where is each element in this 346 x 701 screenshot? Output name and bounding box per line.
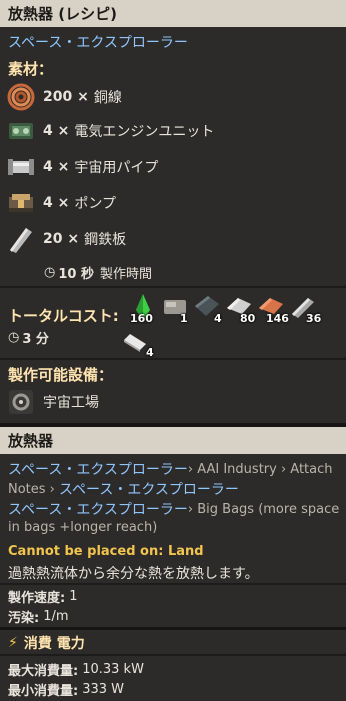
mod-link[interactable]: スペース・エクスプローラー bbox=[59, 479, 239, 499]
crafting-time-label: 製作時間 bbox=[99, 267, 152, 282]
ingredient-amount: 200 × bbox=[43, 89, 89, 105]
total-cost-value: 146 bbox=[266, 312, 289, 325]
total-cost-item[interactable]: 4 bbox=[120, 326, 154, 360]
total-cost-value: 36 bbox=[306, 312, 322, 325]
total-cost-label: トータルコスト: bbox=[8, 307, 119, 325]
made-in-name: 宇宙工場 bbox=[43, 395, 99, 411]
ingredient-name: 鋼鉄板 bbox=[84, 232, 127, 248]
clock-icon: ◷ bbox=[8, 330, 20, 345]
mod-chain: Notes bbox=[8, 481, 46, 497]
max-consumption-label: 最大消費量: bbox=[8, 664, 79, 679]
power-title: 消費 電力 bbox=[23, 636, 85, 652]
ingredient-row[interactable]: 20 × 鋼鉄板 bbox=[6, 224, 346, 254]
lightning-icon: ⚡ bbox=[8, 635, 18, 651]
ingredient-row[interactable]: 4 × 宇宙用パイプ bbox=[6, 152, 346, 182]
crafting-time-value: 10 秒 bbox=[58, 267, 94, 282]
pump-icon bbox=[6, 188, 36, 218]
mod-separator: › bbox=[45, 481, 60, 497]
total-cost-item[interactable]: 4 bbox=[192, 292, 222, 326]
divider bbox=[0, 654, 346, 656]
engine-unit-icon bbox=[6, 116, 36, 146]
made-in-row[interactable]: 宇宙工場 bbox=[6, 387, 346, 417]
recipe-panel: 放熱器 (レシピ) スペース・エクスプローラー 素材： 200 × 銅線 4 ×… bbox=[0, 0, 346, 423]
mod-link[interactable]: スペース・エクスプローラー bbox=[8, 499, 188, 519]
ingredient-name: ポンプ bbox=[74, 196, 116, 212]
ingredient-amount: 4 × bbox=[43, 159, 70, 175]
ingredient-name: 宇宙用パイプ bbox=[74, 160, 159, 176]
ingredient-amount: 20 × bbox=[43, 231, 80, 247]
entity-title: 放熱器 bbox=[0, 427, 346, 454]
total-cost-value: 1 bbox=[180, 312, 188, 325]
ingredient-row[interactable]: 4 × ポンプ bbox=[6, 188, 346, 218]
pollution-value: 1/m bbox=[43, 609, 69, 624]
mod-chain: › Big Bags (more space bbox=[187, 501, 340, 517]
made-in-heading: 製作可能設備： bbox=[8, 366, 114, 384]
mod-chain: in bags +longer reach) bbox=[8, 520, 158, 535]
crafting-speed-value: 1 bbox=[69, 589, 78, 604]
divider bbox=[0, 358, 346, 360]
ingredient-amount: 4 × bbox=[43, 123, 70, 139]
mod-link[interactable]: スペース・エクスプローラー bbox=[8, 459, 188, 479]
mod-list: スペース・エクスプローラー › AAI Industry › Attach bbox=[8, 459, 346, 479]
ingredient-amount: 4 × bbox=[43, 195, 70, 211]
steel-plate-icon bbox=[6, 224, 36, 254]
max-consumption-value: 10.33 kW bbox=[82, 662, 144, 677]
min-consumption-label: 最小消費量: bbox=[8, 684, 79, 699]
entity-panel: 放熱器 スペース・エクスプローラー › AAI Industry › Attac… bbox=[0, 427, 346, 627]
total-cost-value: 160 bbox=[130, 312, 153, 325]
divider bbox=[0, 286, 346, 288]
total-cost-item[interactable]: 160 bbox=[128, 292, 158, 326]
min-consumption-value: 333 W bbox=[82, 682, 125, 697]
ingredients-heading: 素材： bbox=[8, 60, 54, 78]
total-time: 3 分 bbox=[22, 332, 49, 347]
ingredient-name: 電気エンジンユニット bbox=[74, 124, 215, 140]
divider bbox=[0, 583, 346, 585]
copper-cable-icon bbox=[6, 82, 36, 112]
placement-warning: Cannot be placed on: Land bbox=[8, 544, 204, 559]
total-cost-item[interactable]: 146 bbox=[256, 292, 289, 326]
mod-chain: › AAI Industry › Attach bbox=[187, 461, 333, 477]
total-cost-value: 80 bbox=[240, 312, 256, 325]
ingredient-row[interactable]: 200 × 銅線 bbox=[6, 82, 346, 112]
ingredient-name: 銅線 bbox=[93, 90, 122, 106]
total-cost-value: 4 bbox=[214, 312, 222, 325]
clock-icon: ◷ bbox=[44, 265, 56, 280]
crafting-time: ◷ 10 秒 製作時間 bbox=[44, 263, 346, 282]
entity-description: 過熱熱流体から余分な熱を放熱します。 bbox=[8, 566, 259, 582]
total-cost-item[interactable]: 1 bbox=[160, 292, 190, 326]
recipe-title: 放熱器 (レシピ) bbox=[0, 0, 346, 27]
power-panel: ⚡ 消費 電力 最大消費量: 10.33 kW 最小消費量: 333 W bbox=[0, 630, 346, 701]
space-assembler-icon bbox=[6, 387, 36, 417]
recipe-source-mod[interactable]: スペース・エクスプローラー bbox=[8, 32, 188, 52]
pollution-label: 汚染: bbox=[8, 611, 40, 626]
total-cost-item[interactable]: 36 bbox=[288, 292, 322, 326]
pipe-icon bbox=[6, 152, 36, 182]
total-cost-item[interactable]: 80 bbox=[224, 292, 256, 326]
crafting-speed-label: 製作速度: bbox=[8, 591, 66, 606]
ingredient-row[interactable]: 4 × 電気エンジンユニット bbox=[6, 116, 346, 146]
